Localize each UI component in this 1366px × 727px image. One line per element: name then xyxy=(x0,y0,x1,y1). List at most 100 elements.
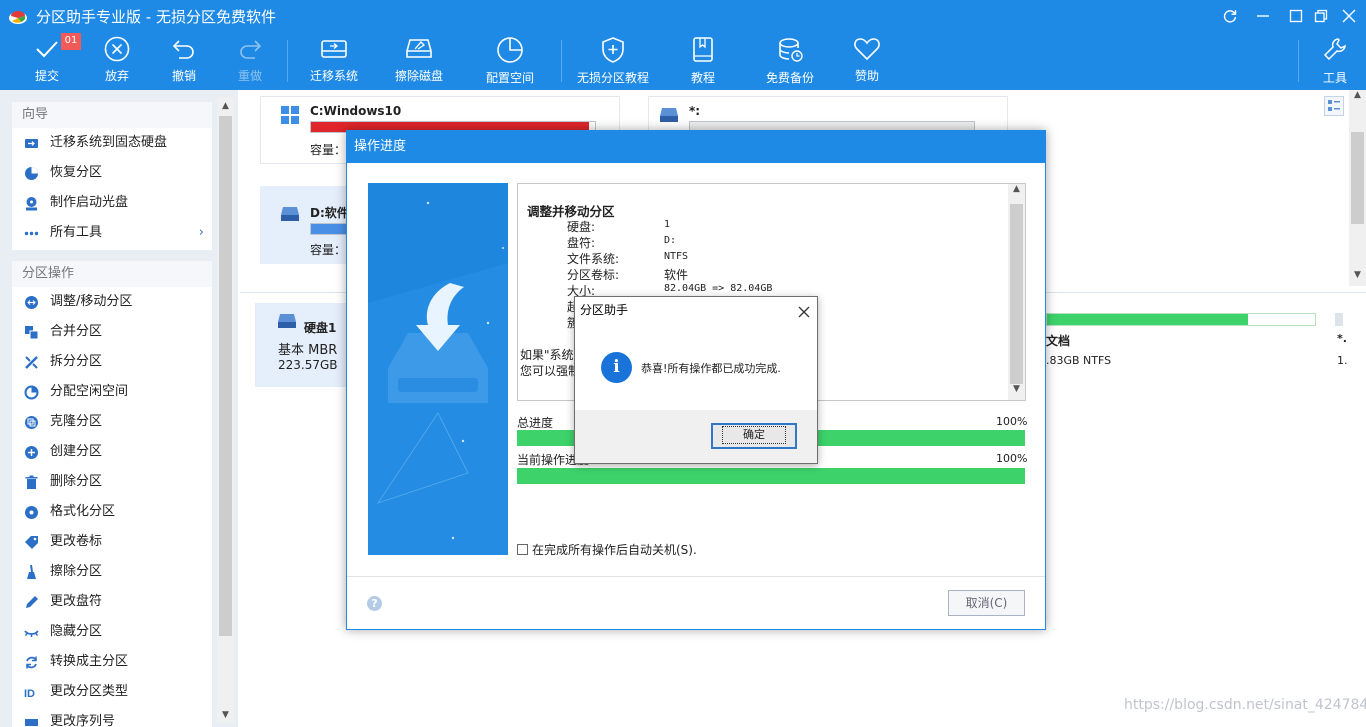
disk-card[interactable]: 硬盘1 基本 MBR 223.57GB xyxy=(255,303,353,387)
sidebar-item-to-primary[interactable]: 转换成主分区 xyxy=(12,647,212,677)
sidebar-item-resize-move[interactable]: 调整/移动分区 xyxy=(12,287,212,317)
restore-icon[interactable] xyxy=(1309,4,1333,28)
sidebar-item-hide[interactable]: 隐藏分区 xyxy=(12,617,212,647)
ok-button[interactable]: 确定 xyxy=(711,423,797,449)
maximize-icon[interactable] xyxy=(1284,4,1308,28)
help-icon[interactable]: ? xyxy=(367,596,382,611)
drive-icon xyxy=(660,108,678,122)
svg-text:ID: ID xyxy=(24,688,35,700)
trash-icon xyxy=(25,475,38,489)
sidebar-item-all-tools[interactable]: 所有工具 › xyxy=(12,218,212,248)
scrollbar-thumb[interactable] xyxy=(1351,132,1364,224)
window-title: 分区助手专业版 - 无损分区免费软件 xyxy=(36,8,276,26)
scroll-down-arrow[interactable]: ▼ xyxy=(217,707,234,723)
toolbar-separator xyxy=(287,40,288,82)
tutorial-label: 教程 xyxy=(690,71,715,85)
disk-size: 223.57GB xyxy=(278,358,338,372)
sidebar-item-change-type[interactable]: ID 更改分区类型 xyxy=(12,677,212,707)
sidebar-item-recover-partition[interactable]: 恢复分区 xyxy=(12,158,212,188)
sidebar-item-allocate-free[interactable]: 分配空闲空间 xyxy=(12,377,212,407)
current-progress-percent: 100% xyxy=(996,452,1028,465)
sidebar-item-boot-disc[interactable]: 制作启动光盘 xyxy=(12,188,212,218)
dialog-footer-divider xyxy=(347,576,1045,577)
split-icon xyxy=(25,356,38,369)
resize-icon xyxy=(25,296,38,309)
sidebar-item-format[interactable]: 格式化分区 xyxy=(12,497,212,527)
sidebar-item-label: 恢复分区 xyxy=(50,165,103,180)
refresh-icon[interactable] xyxy=(1218,4,1242,28)
cancel-button[interactable]: 取消(C) xyxy=(948,590,1025,616)
undo-button[interactable]: 撤销 xyxy=(163,36,205,88)
merge-icon xyxy=(25,326,39,340)
tutorial-button[interactable]: 教程 xyxy=(682,36,724,88)
sidebar-item-label: 更改盘符 xyxy=(50,594,103,609)
sidebar-item-merge[interactable]: 合并分区 xyxy=(12,317,212,347)
sidebar-item-change-label[interactable]: 更改卷标 xyxy=(12,527,212,557)
completion-message-box: 分区助手 i 恭喜!所有操作都已成功完成. 确定 xyxy=(574,296,818,464)
sidebar-item-label: 克隆分区 xyxy=(50,414,103,429)
sponsor-button[interactable]: 赞助 xyxy=(846,36,888,88)
scroll-up-arrow[interactable]: ▲ xyxy=(1349,90,1366,106)
tools-button[interactable]: 工具 xyxy=(1315,36,1355,88)
log-value: 1 xyxy=(664,219,671,230)
sidebar-scrollbar[interactable]: ▲ ▼ xyxy=(217,98,234,723)
pie-icon xyxy=(497,37,523,63)
disk-partition-unlettered[interactable]: *. 1. xyxy=(1330,303,1350,381)
sponsor-label: 赞助 xyxy=(854,69,879,83)
wipe-disk-button[interactable]: 擦除磁盘 xyxy=(391,36,447,88)
sidebar-item-create[interactable]: 创建分区 xyxy=(12,437,212,467)
sidebar-item-change-serial[interactable]: 更改序列号 xyxy=(12,707,212,727)
sidebar-item-delete[interactable]: 删除分区 xyxy=(12,467,212,497)
sidebar-item-migrate-ssd[interactable]: 迁移系统到固态硬盘 xyxy=(12,128,212,158)
log-key: 分区卷标: xyxy=(567,268,620,282)
free-backup-label: 免费备份 xyxy=(765,71,814,85)
main-scrollbar[interactable]: ▲ ▼ xyxy=(1349,90,1366,286)
close-icon[interactable] xyxy=(1337,4,1361,28)
pencil-icon xyxy=(26,596,38,608)
dialog-title: 操作进度 xyxy=(347,131,1045,163)
backup-icon xyxy=(779,38,803,62)
undo-label: 撤销 xyxy=(171,69,196,83)
disk-name: 硬盘1 xyxy=(304,321,337,335)
scrollbar-thumb[interactable] xyxy=(219,116,232,636)
log-value: NTFS xyxy=(664,251,689,262)
id-icon: ID xyxy=(24,688,35,700)
redo-button[interactable]: 重做 xyxy=(229,36,271,88)
auto-shutdown-checkbox[interactable]: 在完成所有操作后自动关机(S). xyxy=(517,541,697,558)
total-progress-label: 总进度 xyxy=(517,416,554,430)
sidebar-item-clone[interactable]: 克隆分区 xyxy=(12,407,212,437)
log-key: 文件系统: xyxy=(567,252,620,266)
allocate-icon xyxy=(24,385,39,400)
disk-partition-documents[interactable]: 文档 .83GB NTFS xyxy=(1000,303,1324,381)
sidebar-item-wipe[interactable]: 擦除分区 xyxy=(12,557,212,587)
partition-tutorial-button[interactable]: 无损分区教程 xyxy=(575,36,651,88)
chevron-right-icon: › xyxy=(198,225,204,240)
toolbar: 提交 放弃 撤销 重做 迁移系统 擦除磁盘 配置空间 无损分区教程 教程 免费备… xyxy=(0,32,1366,90)
log-scrollbar[interactable]: ▲ ▼ xyxy=(1008,184,1025,400)
allocate-space-button[interactable]: 配置空间 xyxy=(482,36,538,88)
auto-shutdown-label: 在完成所有操作后自动关机(S). xyxy=(532,543,697,557)
partition-name: D:软件 xyxy=(310,206,349,220)
checkbox-box[interactable] xyxy=(517,544,528,555)
sidebar-item-label: 合并分区 xyxy=(50,324,103,339)
scroll-down-arrow[interactable]: ▼ xyxy=(1008,384,1025,400)
partition-usage-bar xyxy=(1046,313,1316,326)
minimize-icon[interactable] xyxy=(1251,4,1275,28)
migrate-icon xyxy=(321,40,347,58)
disk-type: 基本 MBR xyxy=(278,343,338,358)
view-toggle-icon[interactable] xyxy=(1324,96,1344,116)
close-icon[interactable] xyxy=(797,299,811,323)
scrollbar-thumb[interactable] xyxy=(1010,204,1023,384)
migrate-system-button[interactable]: 迁移系统 xyxy=(306,36,362,88)
scroll-up-arrow[interactable]: ▲ xyxy=(1008,184,1025,200)
free-backup-button[interactable]: 免费备份 xyxy=(762,36,818,88)
discard-button[interactable]: 放弃 xyxy=(96,36,138,88)
log-key: 硬盘: xyxy=(567,220,596,234)
sidebar-item-change-letter[interactable]: 更改盘符 xyxy=(12,587,212,617)
sidebar-item-label: 所有工具 xyxy=(50,225,103,240)
migrate-system-label: 迁移系统 xyxy=(309,69,358,83)
scroll-up-arrow[interactable]: ▲ xyxy=(217,98,234,114)
sidebar-item-split[interactable]: 拆分分区 xyxy=(12,347,212,377)
sidebar-item-label: 删除分区 xyxy=(50,474,103,489)
scroll-down-arrow[interactable]: ▼ xyxy=(1349,270,1366,286)
